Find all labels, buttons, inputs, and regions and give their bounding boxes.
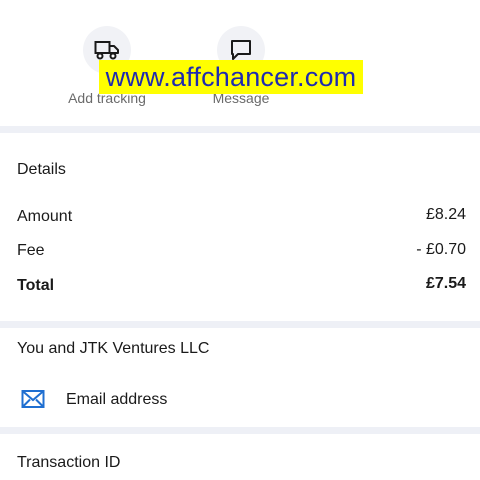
- details-title: Details: [17, 161, 66, 178]
- section-divider: [0, 321, 480, 328]
- email-address-row[interactable]: Email address: [0, 380, 480, 420]
- contact-title: You and JTK Ventures LLC: [17, 340, 210, 357]
- total-label: Total: [17, 277, 55, 294]
- section-divider: [0, 427, 480, 434]
- mail-icon: [21, 390, 45, 408]
- amount-value: £8.24: [425, 206, 466, 223]
- watermark-banner: www.affchancer.com: [99, 60, 363, 94]
- section-divider: [0, 126, 480, 133]
- message-icon: [231, 40, 251, 60]
- amount-label: Amount: [17, 208, 73, 225]
- fee-value: - £0.70: [416, 241, 466, 258]
- truck-icon: [94, 41, 119, 60]
- transaction-id-title: Transaction ID: [17, 454, 121, 471]
- total-value: £7.54: [425, 275, 466, 292]
- email-address-label: Email address: [66, 391, 168, 408]
- fee-label: Fee: [17, 242, 45, 259]
